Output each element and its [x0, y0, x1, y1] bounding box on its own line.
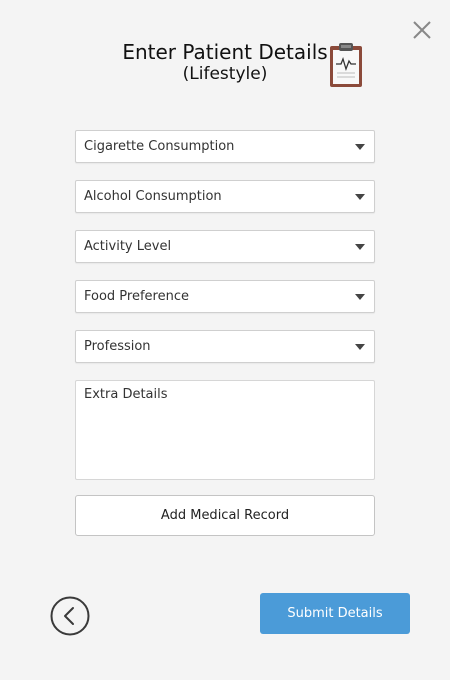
activity-level-select[interactable]: Activity Level: [75, 230, 375, 263]
chevron-down-icon: [355, 144, 365, 150]
chevron-down-icon: [355, 244, 365, 250]
extra-details-placeholder: Extra Details: [84, 387, 168, 402]
select-label: Alcohol Consumption: [84, 189, 222, 204]
alcohol-consumption-select[interactable]: Alcohol Consumption: [75, 180, 375, 213]
select-label: Cigarette Consumption: [84, 139, 235, 154]
select-label: Food Preference: [84, 289, 189, 304]
chevron-down-icon: [355, 194, 365, 200]
select-label: Profession: [84, 339, 151, 354]
chevron-down-icon: [355, 294, 365, 300]
add-medical-record-button[interactable]: Add Medical Record: [75, 495, 375, 536]
clipboard-icon: [330, 43, 362, 87]
cigarette-consumption-select[interactable]: Cigarette Consumption: [75, 130, 375, 163]
page-subtitle: (Lifestyle): [182, 64, 268, 84]
close-icon: [413, 21, 431, 39]
back-arrow-icon: [50, 596, 90, 636]
submit-details-button[interactable]: Submit Details: [260, 593, 410, 634]
add-medical-record-label: Add Medical Record: [160, 508, 290, 523]
back-button[interactable]: [50, 596, 90, 636]
food-preference-select[interactable]: Food Preference: [75, 280, 375, 313]
close-button[interactable]: [410, 18, 434, 42]
profession-select[interactable]: Profession: [75, 330, 375, 363]
header: Enter Patient Details (Lifestyle): [0, 40, 450, 90]
page-title: Enter Patient Details: [122, 40, 328, 64]
submit-details-label: Submit Details: [287, 606, 383, 621]
chevron-down-icon: [355, 344, 365, 350]
extra-details-input[interactable]: Extra Details: [75, 380, 375, 480]
select-label: Activity Level: [84, 239, 172, 254]
